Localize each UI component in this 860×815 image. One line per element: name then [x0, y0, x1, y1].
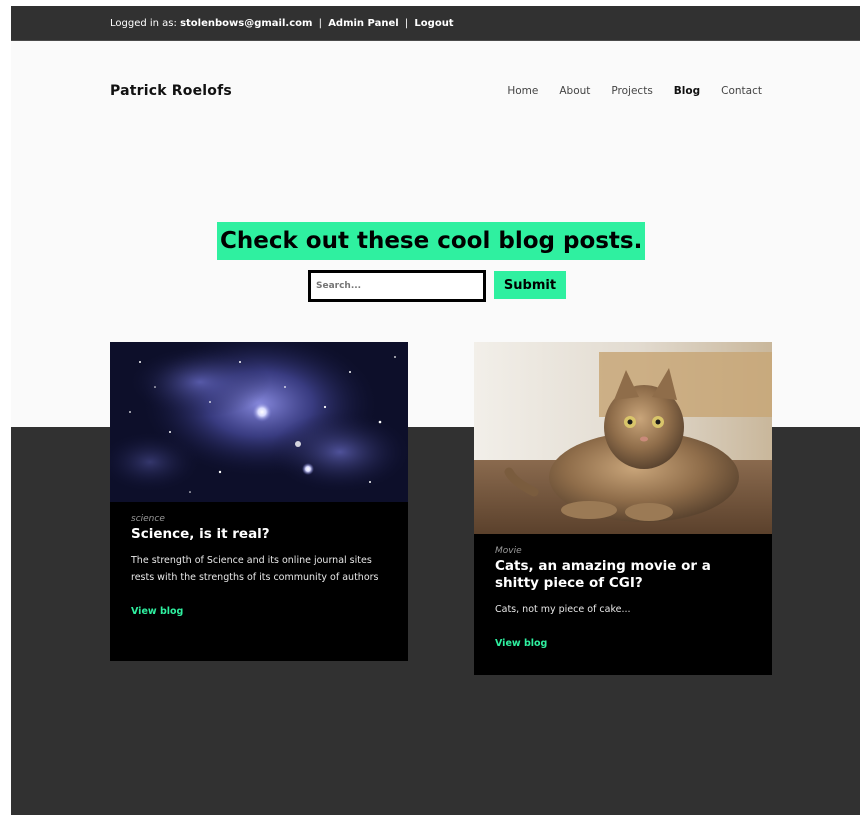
- main-nav: Home About Projects Blog Contact: [507, 85, 762, 97]
- view-blog-link[interactable]: View blog: [495, 638, 547, 649]
- admin-panel-link[interactable]: Admin Panel: [328, 18, 398, 29]
- blog-card: science Science, is it real? The strengt…: [110, 342, 408, 661]
- card-category: Movie: [495, 546, 522, 556]
- logged-in-label: Logged in as:: [110, 18, 177, 29]
- card-body: Movie Cats, an amazing movie or a shitty…: [474, 534, 772, 650]
- nav-about[interactable]: About: [559, 85, 590, 97]
- page-frame: Logged in as: stolenbows@gmail.com | Adm…: [11, 6, 860, 815]
- card-title: Cats, an amazing movie or a shitty piece…: [495, 558, 711, 591]
- view-blog-link[interactable]: View blog: [131, 606, 183, 617]
- logout-link[interactable]: Logout: [414, 18, 453, 29]
- nav-home[interactable]: Home: [507, 85, 538, 97]
- galaxy-image: [110, 342, 408, 502]
- nav-projects[interactable]: Projects: [611, 85, 652, 97]
- card-description: Cats, not my piece of cake...: [495, 604, 631, 615]
- logged-in-email: stolenbows@gmail.com: [180, 18, 313, 29]
- blog-card: Movie Cats, an amazing movie or a shitty…: [474, 342, 772, 675]
- page-title: Check out these cool blog posts.: [217, 222, 646, 260]
- card-category: science: [131, 514, 165, 524]
- card-title: Science, is it real?: [131, 526, 270, 542]
- admin-topbar: Logged in as: stolenbows@gmail.com | Adm…: [11, 6, 860, 41]
- card-description: The strength of Science and its online j…: [131, 555, 379, 583]
- nav-contact[interactable]: Contact: [721, 85, 762, 97]
- submit-button[interactable]: Submit: [494, 271, 566, 299]
- card-body: science Science, is it real? The strengt…: [110, 502, 408, 618]
- cat-image: [474, 342, 772, 534]
- site-header: Patrick Roelofs Home About Projects Blog…: [11, 42, 860, 132]
- topbar-separator: |: [318, 18, 322, 29]
- site-brand[interactable]: Patrick Roelofs: [110, 83, 232, 99]
- nav-blog[interactable]: Blog: [674, 85, 700, 97]
- topbar-separator: |: [404, 18, 409, 29]
- search-input[interactable]: [308, 270, 486, 302]
